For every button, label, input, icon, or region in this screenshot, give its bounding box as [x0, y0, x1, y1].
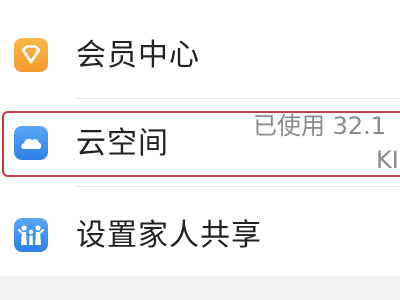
cloud-usage-text: 已使用 32.1 [253, 112, 387, 140]
menu-item-label: 会员中心 [76, 38, 200, 73]
divider [76, 98, 400, 99]
menu-item-member-center[interactable]: 会员中心 [0, 12, 400, 96]
family-icon [14, 218, 48, 252]
cloud-icon [14, 126, 48, 160]
menu-item-family-sharing[interactable]: 设置家人共享 [0, 192, 400, 276]
menu-item-label: 云空间 [76, 126, 169, 161]
diamond-icon [14, 38, 48, 72]
menu-item-label: 设置家人共享 [76, 218, 262, 253]
cloud-usage-unit: KI [376, 146, 399, 174]
settings-list: 会员中心 云空间 已使用 32.1 KI 设置家人共享 [0, 0, 400, 276]
divider [76, 186, 400, 187]
